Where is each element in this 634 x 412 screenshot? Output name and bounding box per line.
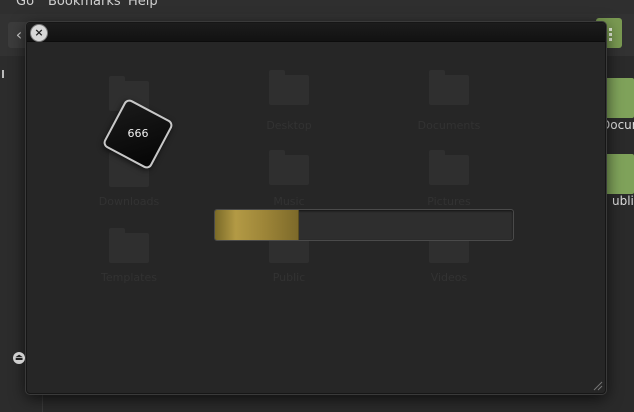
progress-bar [214,209,514,241]
menu-go[interactable]: Go [16,0,34,9]
ghost-folder [269,70,309,105]
menu-help[interactable]: Help [128,0,158,9]
resize-grip-icon[interactable] [591,379,603,391]
ghost-label: Music [273,195,305,208]
public-folder-icon[interactable] [604,154,634,194]
progress-fill [215,210,300,240]
ghost-folder [269,150,309,185]
chevron-left-icon: ‹ [15,25,23,44]
ghost-label: Pictures [427,195,471,208]
ghost-label: Public [272,271,306,284]
eject-icon[interactable]: ⏏ [13,352,25,364]
progress-dialog: × Desktop Documents Downloads Music Pict… [13,22,606,394]
close-button[interactable]: × [30,24,48,42]
documents-folder-icon[interactable] [604,78,634,118]
sidebar-marker [2,70,4,78]
close-icon: × [34,26,44,39]
ghost-folder [429,150,469,185]
ghost-label: Documents [417,119,481,132]
ghost-label: Downloads [98,195,160,208]
menu-bookmarks[interactable]: Bookmarks [48,0,121,9]
ghost-label: Desktop [266,119,312,132]
chip-label: 666 [127,127,149,140]
ghost-label: Videos [430,271,468,284]
public-label: ublic [612,194,634,208]
ghost-folder [109,228,149,263]
dialog-titlebar[interactable] [27,23,605,42]
menu-bar: Go Bookmarks Help [0,0,634,14]
ghost-label: Templates [101,271,157,284]
ghost-folder [429,70,469,105]
